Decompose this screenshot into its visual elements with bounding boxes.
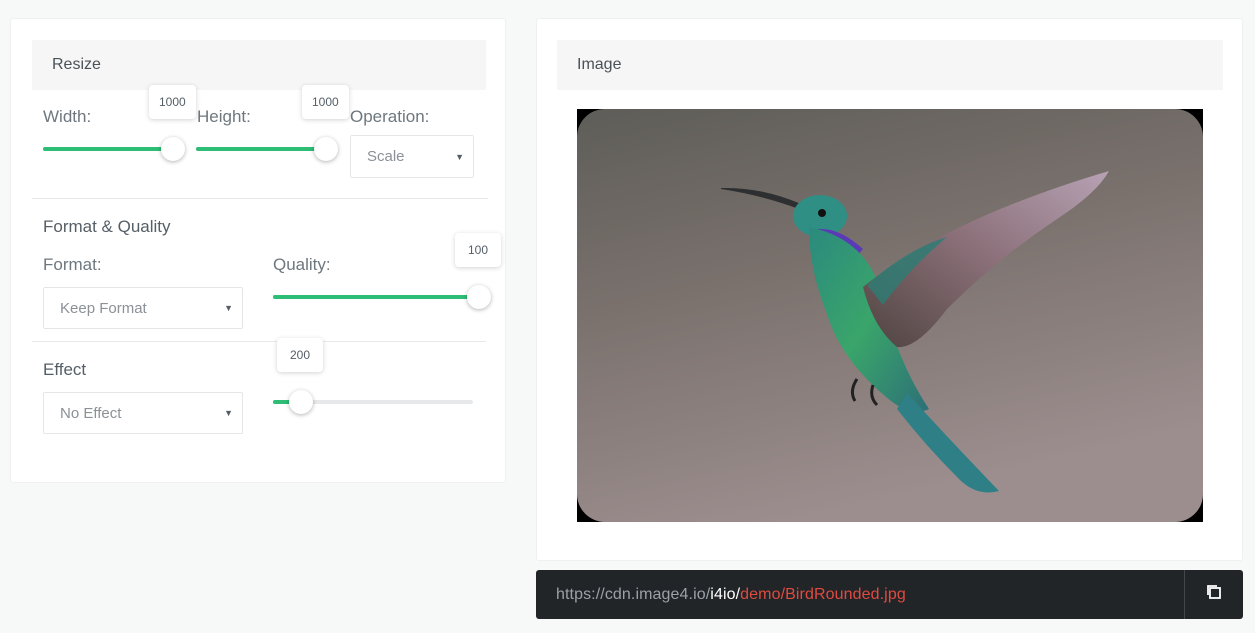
width-slider[interactable]: 1000 (43, 85, 196, 161)
operation-label: Operation: (350, 107, 430, 126)
divider (32, 341, 486, 342)
effect-amount-slider[interactable]: 200 (273, 338, 473, 414)
resize-header: Resize (32, 40, 486, 90)
settings-panel: Resize Width: Height: Operation: 1000 10… (10, 18, 506, 483)
image-title: Image (577, 56, 622, 73)
hummingbird-image (577, 109, 1203, 522)
copy-icon (1205, 583, 1223, 606)
image-header: Image (557, 40, 1223, 90)
slider-fill (196, 147, 326, 151)
url-base: https://cdn.image4.io/ (556, 585, 711, 603)
image-preview (577, 109, 1203, 522)
copy-url-button[interactable] (1184, 570, 1243, 619)
effect-value-tooltip: 200 (277, 338, 323, 372)
height-slider[interactable]: 1000 (196, 85, 349, 161)
slider-thumb[interactable] (161, 137, 185, 161)
width-label: Width: (43, 107, 92, 126)
slider-fill (43, 147, 173, 151)
format-quality-title: Format & Quality (43, 217, 171, 236)
format-label: Format: (43, 255, 102, 274)
resize-title: Resize (52, 56, 101, 73)
caret-down-icon: ▼ (224, 303, 233, 313)
slider-thumb[interactable] (289, 390, 313, 414)
format-select[interactable]: Keep Format ▼ (43, 287, 243, 329)
format-select-value: Keep Format (60, 299, 147, 317)
slider-thumb[interactable] (467, 285, 491, 309)
image-url[interactable]: https://cdn.image4.io/i4io/demo/BirdRoun… (536, 586, 906, 604)
caret-down-icon: ▼ (224, 408, 233, 418)
slider-fill (273, 295, 479, 299)
quality-value-tooltip: 100 (455, 233, 501, 267)
url-token: i4io (710, 585, 736, 603)
effect-title: Effect (43, 360, 87, 379)
url-path: demo/BirdRounded.jpg (740, 585, 906, 603)
image-url-bar: https://cdn.image4.io/i4io/demo/BirdRoun… (536, 570, 1243, 619)
operation-select-value: Scale (367, 148, 405, 165)
divider (32, 198, 488, 199)
quality-label: Quality: (273, 255, 331, 274)
height-label: Height: (197, 107, 251, 126)
effect-select-value: No Effect (60, 404, 122, 422)
caret-down-icon: ▼ (455, 151, 464, 162)
slider-thumb[interactable] (314, 137, 338, 161)
effect-select[interactable]: No Effect ▼ (43, 392, 243, 434)
width-value-tooltip: 1000 (149, 85, 196, 119)
operation-select[interactable]: Scale ▼ (350, 135, 474, 178)
image-panel: Image (536, 18, 1243, 561)
quality-slider[interactable]: 100 (273, 233, 501, 309)
height-value-tooltip: 1000 (302, 85, 349, 119)
